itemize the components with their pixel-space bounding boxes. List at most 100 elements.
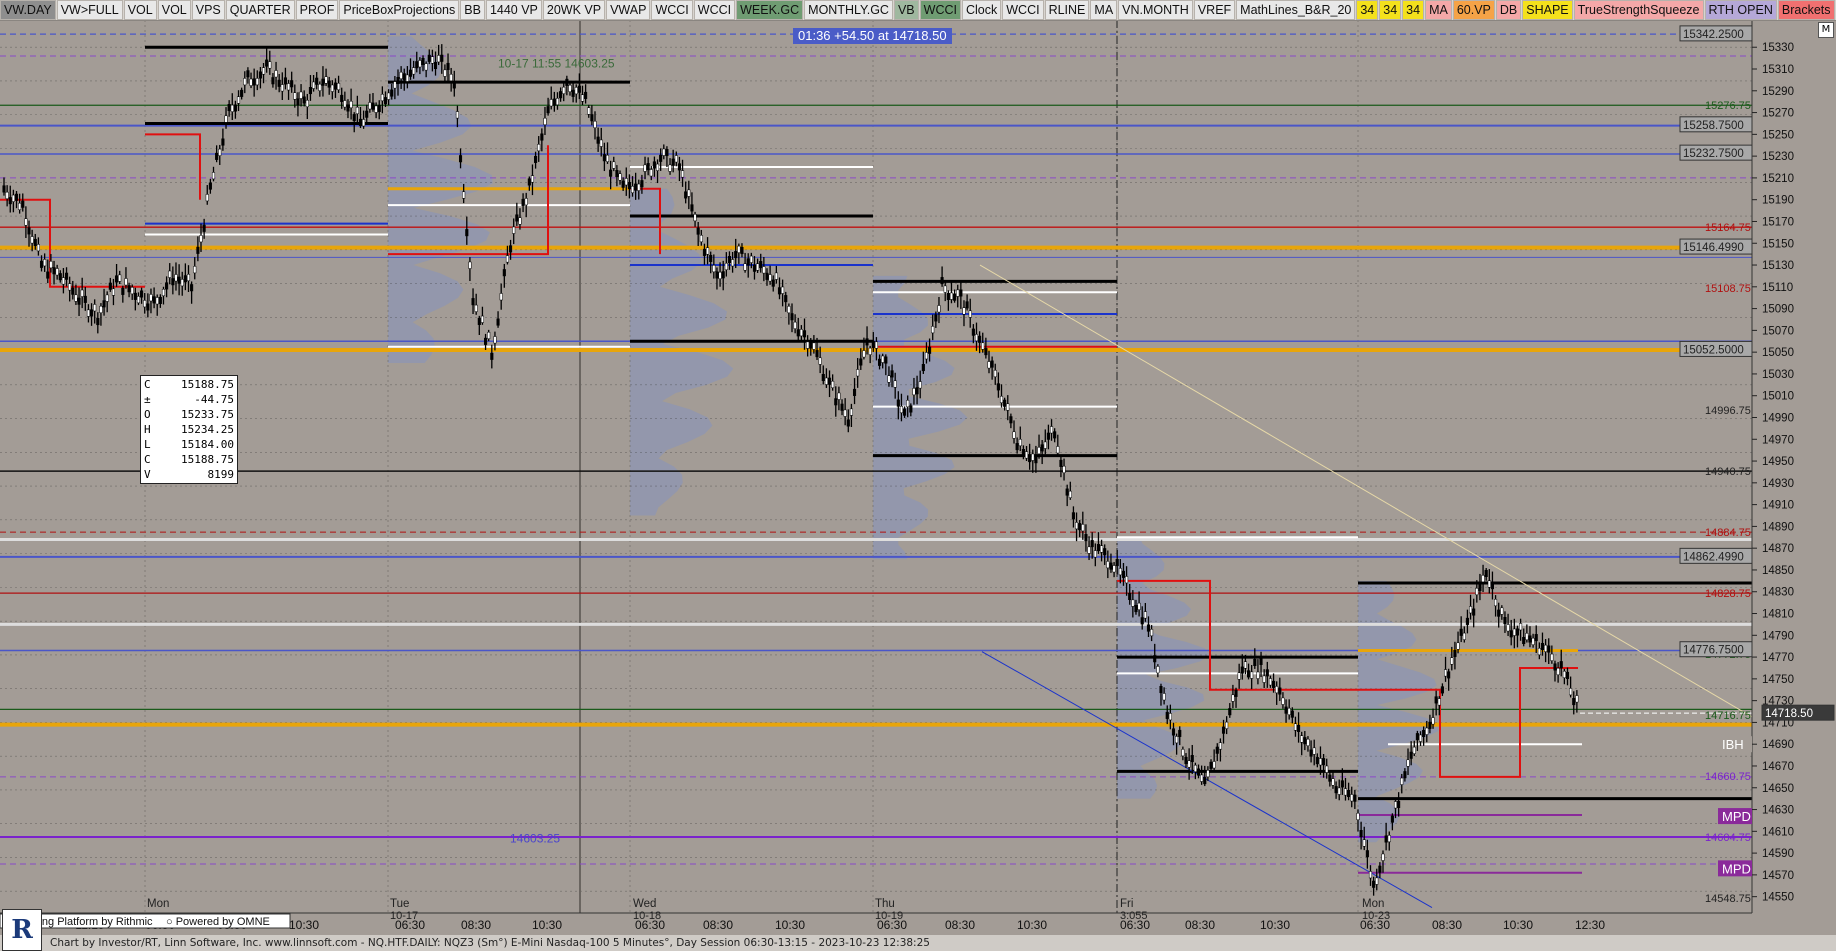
price-candle bbox=[912, 388, 916, 396]
price-candle bbox=[465, 229, 469, 237]
toolbar-button-16[interactable]: VB bbox=[893, 0, 919, 20]
toolbar-button-24[interactable]: MathLines_B&R_20 bbox=[1236, 0, 1356, 20]
toolbar-button-5[interactable]: QUARTER bbox=[225, 0, 295, 20]
session-day-label: Mon bbox=[1362, 898, 1384, 910]
toolbar-button-22[interactable]: VN.MONTH bbox=[1118, 0, 1193, 20]
price-candle bbox=[887, 375, 891, 383]
toolbar-button-26[interactable]: 34 bbox=[1379, 0, 1402, 20]
price-tick-label: 14970 bbox=[1762, 434, 1794, 446]
session-day-label: Tue bbox=[390, 898, 409, 910]
toolbar-button-9[interactable]: 1440 VP bbox=[485, 0, 542, 20]
price-candle bbox=[1559, 661, 1563, 669]
price-candle bbox=[827, 377, 832, 385]
toolbar-button-27[interactable]: 34 bbox=[1402, 0, 1425, 20]
toolbar-button-1[interactable]: VW>FULL bbox=[56, 0, 123, 20]
price-candle bbox=[1068, 490, 1072, 498]
toolbar-button-0[interactable]: VW.DAY bbox=[0, 0, 56, 20]
price-candle bbox=[240, 89, 244, 97]
price-candle bbox=[1134, 605, 1138, 613]
toolbar-button-7[interactable]: PriceBoxProjections bbox=[339, 0, 460, 20]
toolbar-button-11[interactable]: VWAP bbox=[606, 0, 651, 20]
price-tick-label: 14590 bbox=[1762, 848, 1794, 860]
toolbar-button-33[interactable]: RTH OPEN bbox=[1704, 0, 1777, 20]
price-candle bbox=[258, 71, 262, 79]
toolbar-button-29[interactable]: 60.VP bbox=[1452, 0, 1495, 20]
toolbar-button-17[interactable]: WCCI bbox=[919, 0, 961, 20]
toolbar-button-32[interactable]: TrueStrengthSqueeze bbox=[1573, 0, 1704, 20]
price-candle bbox=[399, 71, 403, 79]
toolbar-button-10[interactable]: 20WK VP bbox=[542, 0, 606, 20]
price-candle bbox=[687, 189, 691, 197]
toolbar-button-19[interactable]: WCCI bbox=[1002, 0, 1044, 20]
price-candle bbox=[1171, 728, 1176, 736]
price-badge-label: 15146.4990 bbox=[1683, 242, 1744, 254]
price-candle bbox=[349, 101, 353, 109]
price-candle bbox=[1418, 734, 1423, 742]
price-candle bbox=[337, 83, 341, 91]
price-candle bbox=[918, 381, 922, 389]
ohlc-key: C bbox=[144, 378, 151, 391]
toolbar-button-2[interactable]: VOL bbox=[123, 0, 157, 20]
toolbar-button-21[interactable]: MA bbox=[1090, 0, 1118, 20]
price-candle bbox=[236, 96, 241, 104]
price-candle bbox=[55, 268, 59, 276]
price-candle bbox=[568, 84, 572, 92]
price-candle bbox=[1506, 624, 1510, 632]
price-candle bbox=[774, 272, 778, 280]
menu-corner-button[interactable]: M bbox=[1818, 22, 1834, 38]
price-candle bbox=[943, 285, 947, 293]
price-candle bbox=[1100, 545, 1104, 553]
price-badge-label: 15258.7500 bbox=[1683, 120, 1744, 132]
price-candle bbox=[540, 133, 544, 141]
price-candle bbox=[1515, 628, 1520, 636]
price-tick-label: 14890 bbox=[1762, 521, 1794, 533]
price-candle bbox=[96, 318, 100, 326]
price-candle bbox=[277, 79, 281, 87]
toolbar-button-25[interactable]: 34 bbox=[1356, 0, 1379, 20]
price-candle bbox=[1528, 635, 1532, 643]
price-candle bbox=[11, 194, 15, 202]
toolbar-button-13[interactable]: WCCI bbox=[693, 0, 736, 20]
price-candle bbox=[1465, 617, 1469, 625]
price-candle bbox=[1309, 749, 1313, 757]
price-candle bbox=[1272, 680, 1276, 688]
toolbar-button-20[interactable]: RLINE bbox=[1044, 0, 1090, 20]
price-candle bbox=[903, 408, 907, 416]
price-candle bbox=[333, 82, 338, 90]
price-candle bbox=[959, 289, 963, 297]
toolbar-button-8[interactable]: BB bbox=[460, 0, 485, 20]
price-chart[interactable]: 10-17 11:55 14603.25 14603.25 15330 15310 15… bbox=[0, 20, 1836, 935]
toolbar-button-28[interactable]: MA bbox=[1425, 0, 1452, 20]
ohlc-row: O 15233.75 bbox=[144, 407, 234, 422]
price-candle bbox=[1168, 713, 1172, 721]
toolbar-button-15[interactable]: MONTHLY.GC bbox=[804, 0, 893, 20]
toolbar-button-12[interactable]: WCCI bbox=[651, 0, 693, 20]
toolbar-button-18[interactable]: Clock bbox=[961, 0, 1002, 20]
toolbar-button-4[interactable]: VPS bbox=[191, 0, 225, 20]
price-candle bbox=[1403, 771, 1407, 779]
toolbar-button-31[interactable]: SHAPE bbox=[1522, 0, 1573, 20]
price-candle bbox=[1040, 444, 1044, 452]
price-candle bbox=[368, 102, 372, 110]
toolbar-button-34[interactable]: Brackets bbox=[1777, 0, 1835, 20]
price-candle bbox=[956, 289, 960, 297]
price-candle bbox=[746, 258, 750, 266]
price-candle bbox=[418, 60, 422, 68]
price-candle bbox=[1234, 689, 1238, 697]
toolbar-button-6[interactable]: PROF bbox=[295, 0, 339, 20]
price-candle bbox=[1200, 774, 1204, 782]
price-candle bbox=[1059, 459, 1063, 467]
price-candle bbox=[649, 169, 653, 177]
price-candle bbox=[365, 110, 369, 118]
price-candle bbox=[1409, 751, 1413, 759]
toolbar-button-14[interactable]: WEEK.GC bbox=[736, 0, 804, 20]
price-candle bbox=[477, 317, 481, 325]
toolbar-button-23[interactable]: VREF bbox=[1193, 0, 1236, 20]
price-candle bbox=[1497, 609, 1501, 617]
toolbar-button-3[interactable]: VOL bbox=[157, 0, 191, 20]
ohlc-data-box: C 15188.75 ± -44.75 O 15233.75 H 15234.25 L 15184… bbox=[140, 375, 238, 484]
toolbar-button-30[interactable]: DB bbox=[1495, 0, 1522, 20]
price-candle bbox=[984, 348, 988, 356]
price-tick-label: 14770 bbox=[1762, 652, 1794, 664]
price-tick-label: 14930 bbox=[1762, 478, 1794, 490]
